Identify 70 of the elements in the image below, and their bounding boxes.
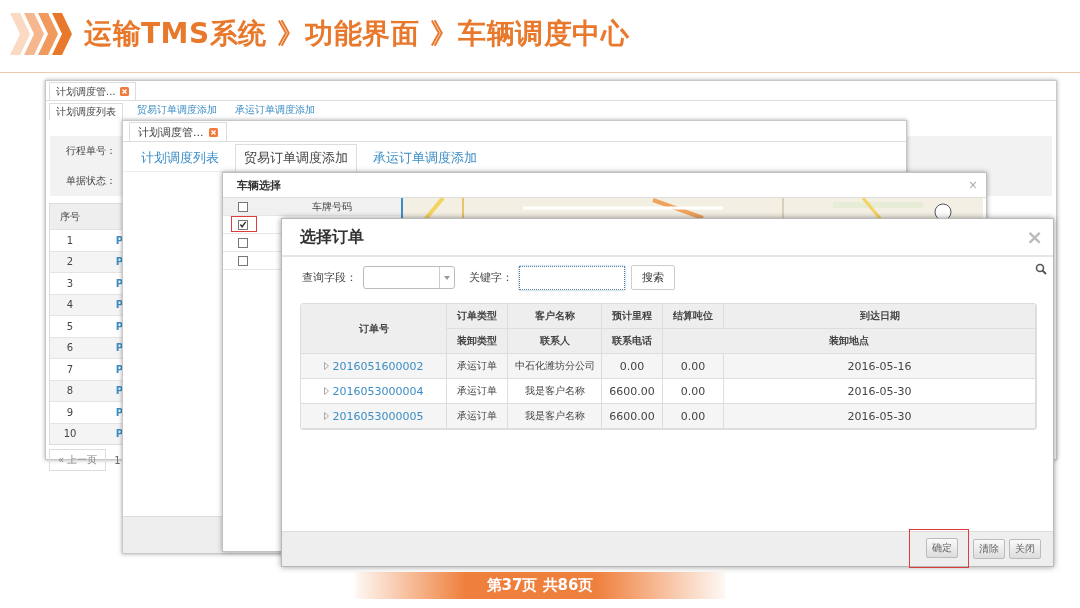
field-label: 查询字段： xyxy=(302,270,357,285)
column-header: 装卸地点 xyxy=(663,329,1036,354)
dialog-title: 车辆选择 xyxy=(237,177,281,193)
column-header: 装卸类型 xyxy=(447,329,508,354)
field-label: 行程单号： xyxy=(66,144,116,158)
field-label: 关键字： xyxy=(469,270,513,285)
tab[interactable]: 计划调度列表 xyxy=(49,103,123,120)
table-cell: 1 xyxy=(50,229,90,251)
dialog-button[interactable]: 确定 xyxy=(926,537,958,558)
expand-icon xyxy=(323,362,329,370)
tab[interactable]: 贸易订单调度添加 xyxy=(133,103,221,117)
table-cell: 10 xyxy=(50,422,90,444)
column-header: 订单号 xyxy=(301,304,447,354)
close-button[interactable]: × xyxy=(1026,227,1043,247)
tab[interactable]: 贸易订单调度添加 xyxy=(235,144,357,171)
table-cell: 9 xyxy=(50,401,90,423)
close-icon xyxy=(119,87,129,96)
caret-icon xyxy=(444,275,450,280)
page-indicator: 第37页 共86页 xyxy=(486,576,594,595)
column-header: 序号 xyxy=(50,204,90,229)
chevrons-icon xyxy=(10,13,72,55)
column-header: 预计里程 xyxy=(602,304,663,329)
column-header: 联系电话 xyxy=(602,329,663,354)
table-cell: 7 xyxy=(50,358,90,380)
page-number[interactable]: 1 xyxy=(114,454,121,466)
checkbox[interactable] xyxy=(238,201,248,212)
order-link[interactable]: 2016053000004 xyxy=(332,384,424,398)
dialog-title: 选择订单 xyxy=(300,226,364,248)
table-cell: 承运订单 xyxy=(447,404,508,429)
table-cell: 0.00 xyxy=(663,404,724,429)
column-header: 客户名称 xyxy=(508,304,602,329)
column-header: 车牌号码 xyxy=(311,199,353,214)
search-button[interactable]: 搜索 xyxy=(631,265,675,290)
table-cell: 承运订单 xyxy=(447,354,508,379)
tab[interactable]: 计划调度列表 xyxy=(133,145,227,171)
tab[interactable]: 承运订单调度添加 xyxy=(231,103,319,117)
table-cell: 8 xyxy=(50,379,90,401)
table-cell: 4 xyxy=(50,293,90,315)
tab[interactable]: 承运订单调度添加 xyxy=(365,145,485,171)
table-cell: 5 xyxy=(50,315,90,337)
table-cell: 0.00 xyxy=(663,354,724,379)
table-cell: 6 xyxy=(50,336,90,358)
column-header: 联系人 xyxy=(508,329,602,354)
close-icon xyxy=(208,127,218,137)
table-cell: 3 xyxy=(50,272,90,294)
expand-icon xyxy=(323,412,329,420)
window-tab[interactable]: 计划调度管... xyxy=(49,82,136,100)
table-cell: 2016-05-30 xyxy=(724,404,1036,429)
dialog-button[interactable]: 清除 xyxy=(973,539,1005,559)
table-cell: 6600.00 xyxy=(602,404,663,429)
table-cell: 0.00 xyxy=(602,354,663,379)
header-cell xyxy=(90,204,124,229)
keyword-field[interactable] xyxy=(519,265,625,290)
dialog-button[interactable]: 关闭 xyxy=(1009,539,1041,559)
close-button[interactable]: × xyxy=(967,178,978,192)
checkbox[interactable] xyxy=(238,237,248,248)
slide-title: 运输TMS系统 》功能界面 》车辆调度中心 xyxy=(84,16,630,52)
checkbox[interactable] xyxy=(238,255,248,266)
table-cell: 2 xyxy=(50,250,90,272)
table-cell: 我是客户名称 xyxy=(508,404,602,429)
table-cell: 2016-05-16 xyxy=(724,354,1036,379)
checkbox[interactable] xyxy=(238,219,248,230)
column-header: 到达日期 xyxy=(724,304,1036,329)
field-label: 单据状态： xyxy=(66,174,116,188)
column-header: 订单类型 xyxy=(447,304,508,329)
column-header: 结算吨位 xyxy=(663,304,724,329)
search-icon xyxy=(1035,263,1047,275)
expand-icon xyxy=(323,387,329,395)
window-tab[interactable]: 计划调度管... xyxy=(129,122,227,141)
table-cell: 中石化潍坊分公司 xyxy=(508,354,602,379)
